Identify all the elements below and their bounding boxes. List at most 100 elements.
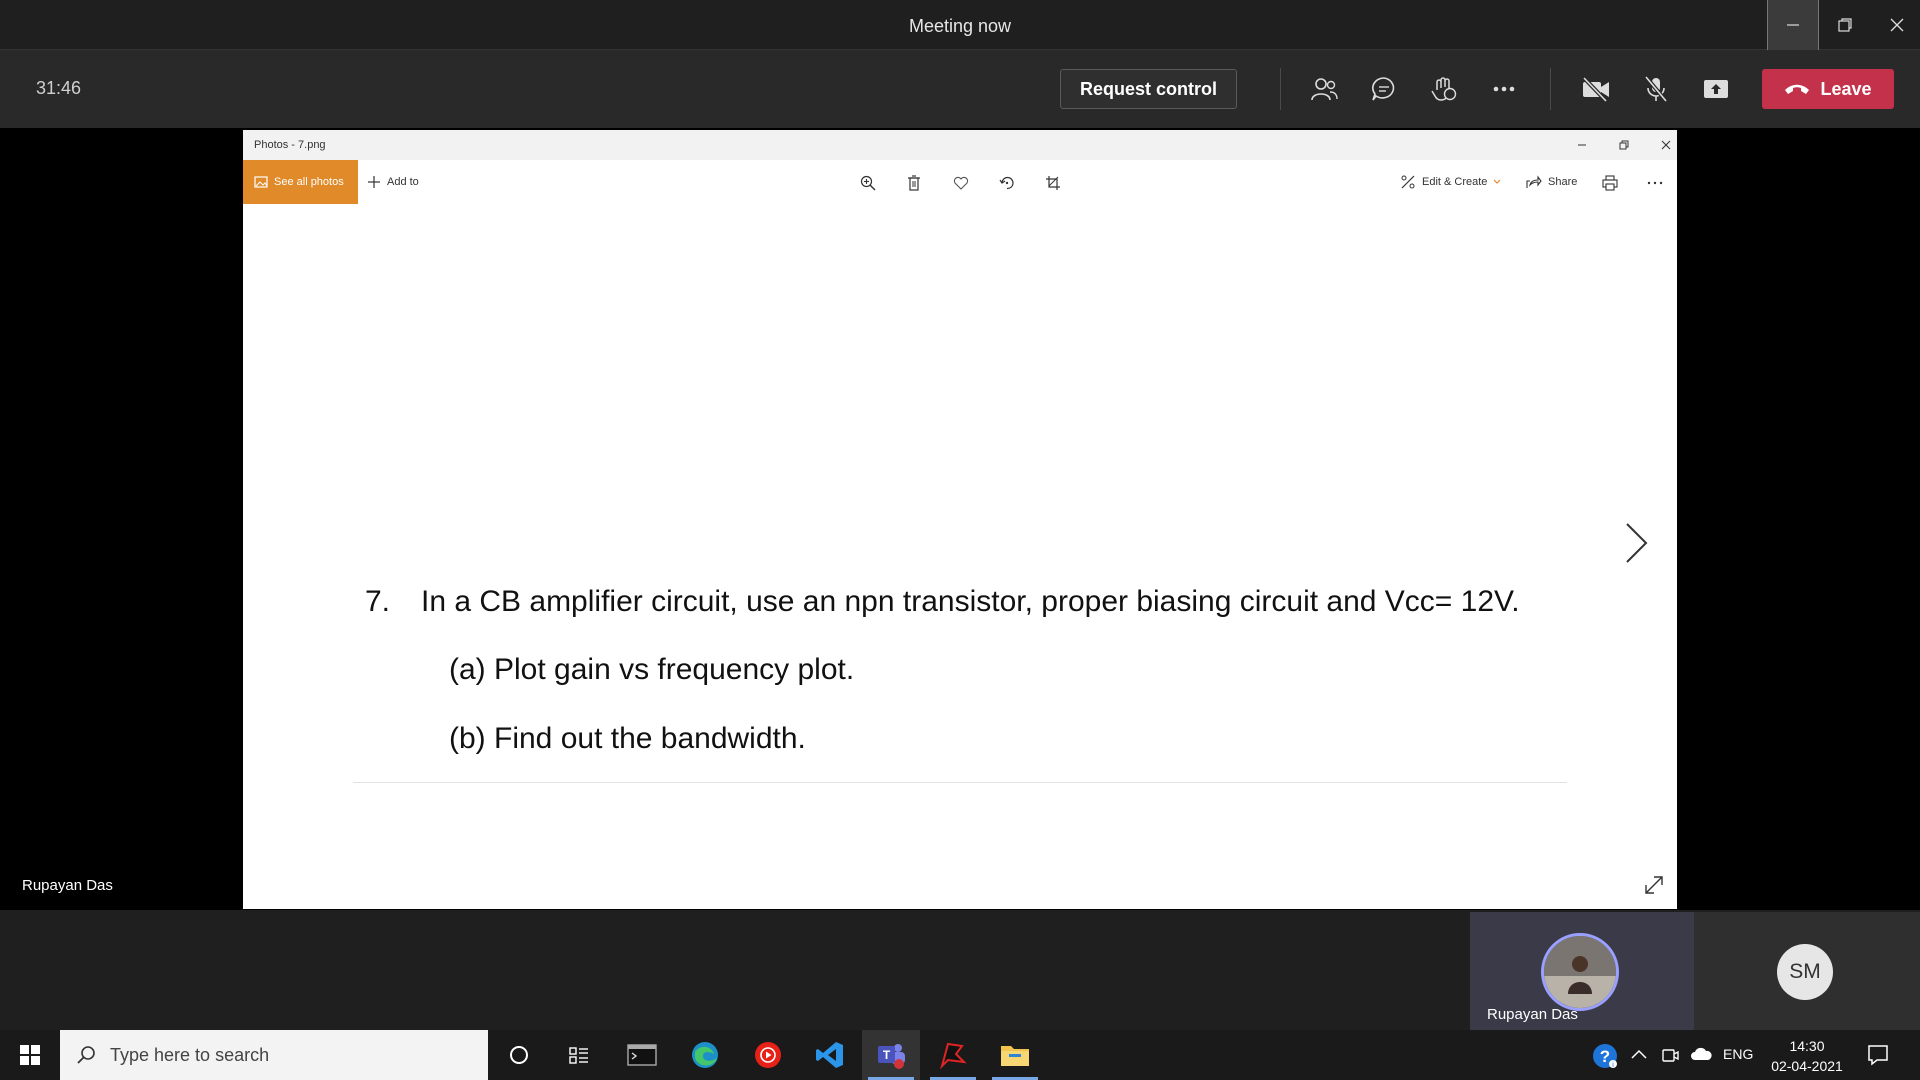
share-screen-icon — [1704, 80, 1728, 98]
help-tray-icon[interactable]: ? i — [1591, 1042, 1619, 1070]
more-icon — [1647, 181, 1663, 185]
photos-restore-button[interactable] — [1614, 136, 1634, 154]
crop-icon — [1046, 176, 1060, 190]
minimize-icon — [1578, 144, 1586, 146]
photos-title-bar: Photos - 7.png — [243, 130, 1677, 160]
leave-button[interactable]: Leave — [1762, 69, 1894, 109]
taskbar-youtube-music[interactable] — [739, 1030, 797, 1080]
heart-icon — [953, 176, 969, 190]
favorite-button[interactable] — [950, 172, 972, 194]
see-all-photos-button[interactable]: See all photos — [243, 160, 358, 204]
crop-button[interactable] — [1042, 172, 1064, 194]
taskbar-clock[interactable]: 14:30 02-04-2021 — [1761, 1036, 1853, 1076]
clock-time: 14:30 — [1789, 1038, 1825, 1054]
task-view-button[interactable] — [550, 1030, 608, 1080]
participant-tile-rupayan[interactable]: Rupayan Das — [1470, 912, 1694, 1030]
add-to-label: Add to — [387, 176, 419, 188]
photos-minimize-button[interactable] — [1572, 136, 1592, 154]
photos-toolbar: See all photos Add to Edit & Create Shar… — [243, 160, 1677, 204]
more-actions-button[interactable] — [1486, 72, 1522, 106]
plus-icon — [368, 176, 380, 188]
photos-close-button[interactable] — [1656, 136, 1676, 154]
print-button[interactable] — [1599, 172, 1621, 194]
zoom-in-icon — [860, 175, 876, 191]
share-content-button[interactable] — [1698, 72, 1734, 106]
photos-app-window: Photos - 7.png See all photos Add to Edi… — [243, 130, 1677, 909]
camera-toggle-button[interactable] — [1578, 72, 1614, 106]
close-icon — [1661, 140, 1671, 150]
vscode-icon — [816, 1042, 843, 1068]
taskbar-app-red[interactable] — [924, 1030, 982, 1080]
participant-name: Rupayan Das — [1487, 1006, 1578, 1023]
next-image-button[interactable] — [1620, 520, 1650, 566]
camera-off-icon — [1582, 76, 1609, 102]
edit-create-icon — [1401, 175, 1415, 189]
edge-icon — [692, 1042, 718, 1068]
delete-button[interactable] — [903, 172, 925, 194]
zoom-button[interactable] — [857, 172, 879, 194]
photos-icon — [254, 176, 268, 188]
close-icon — [1890, 18, 1904, 32]
request-control-button[interactable]: Request control — [1060, 69, 1237, 109]
cortana-button[interactable] — [490, 1030, 548, 1080]
input-language-indicator[interactable]: ENG — [1723, 1046, 1753, 1062]
edit-create-button[interactable]: Edit & Create — [1400, 160, 1501, 204]
window-title: Meeting now — [908, 16, 1012, 36]
chevron-up-icon — [1631, 1049, 1647, 1059]
close-button[interactable] — [1871, 0, 1920, 50]
restore-icon — [1838, 18, 1852, 32]
participant-tile-sm[interactable]: SM — [1694, 912, 1920, 1030]
terminal-icon — [627, 1044, 657, 1066]
divider — [1550, 68, 1551, 110]
taskbar-file-explorer[interactable] — [986, 1030, 1044, 1080]
mic-off-icon — [1644, 75, 1668, 103]
presenter-name-label: Rupayan Das — [22, 877, 113, 894]
avatar — [1541, 933, 1619, 1011]
trash-icon — [908, 175, 920, 191]
rotate-button[interactable] — [996, 172, 1018, 194]
chat-icon — [1372, 77, 1395, 101]
question-text: In a CB amplifier circuit, use an npn tr… — [421, 585, 1520, 618]
mic-toggle-button[interactable] — [1638, 72, 1674, 106]
avatar: SM — [1777, 944, 1833, 1000]
task-view-icon — [569, 1047, 588, 1064]
chat-button[interactable] — [1366, 72, 1402, 106]
hang-up-icon — [1785, 84, 1810, 94]
taskbar-vscode[interactable] — [801, 1030, 859, 1080]
minimize-button[interactable] — [1767, 0, 1819, 50]
onedrive-tray-icon[interactable] — [1690, 1046, 1712, 1066]
taskbar-edge[interactable] — [676, 1030, 734, 1080]
meeting-controls-bar: 31:46 Request control Leave — [0, 50, 1920, 128]
cortana-icon — [510, 1046, 528, 1064]
photos-window-title: Photos - 7.png — [254, 139, 326, 151]
question-number: 7. — [365, 585, 391, 618]
clock-date: 02-04-2021 — [1771, 1058, 1843, 1074]
start-button[interactable] — [0, 1030, 60, 1080]
edit-create-label: Edit & Create — [1422, 176, 1488, 188]
cloud-icon — [1691, 1047, 1712, 1060]
share-label: Share — [1548, 176, 1578, 188]
flag-app-icon — [940, 1042, 967, 1070]
question-part-b: (b) Find out the bandwidth. — [449, 722, 806, 755]
avatar-photo — [1544, 936, 1616, 1008]
search-icon — [77, 1046, 95, 1064]
taskbar-search-box[interactable]: Type here to search — [60, 1030, 488, 1080]
action-center-button[interactable] — [1866, 1043, 1892, 1069]
add-to-button[interactable]: Add to — [367, 160, 419, 204]
fullscreen-icon[interactable] — [1643, 874, 1665, 896]
see-more-button[interactable] — [1644, 172, 1666, 194]
share-button[interactable]: Share — [1526, 160, 1577, 204]
more-icon — [1493, 86, 1515, 92]
participants-button[interactable] — [1306, 72, 1342, 106]
see-all-photos-label: See all photos — [274, 176, 344, 188]
divider — [353, 782, 1567, 783]
reactions-button[interactable] — [1426, 72, 1462, 106]
taskbar-teams[interactable]: T — [862, 1030, 920, 1080]
question-part-a: (a) Plot gain vs frequency plot. — [449, 653, 855, 686]
leave-label: Leave — [1820, 78, 1872, 99]
meet-now-tray-icon[interactable] — [1661, 1046, 1681, 1066]
restore-button[interactable] — [1819, 0, 1871, 50]
show-hidden-icons-button[interactable] — [1630, 1046, 1650, 1066]
minimize-icon — [1787, 24, 1799, 26]
taskbar-terminal[interactable] — [613, 1030, 671, 1080]
